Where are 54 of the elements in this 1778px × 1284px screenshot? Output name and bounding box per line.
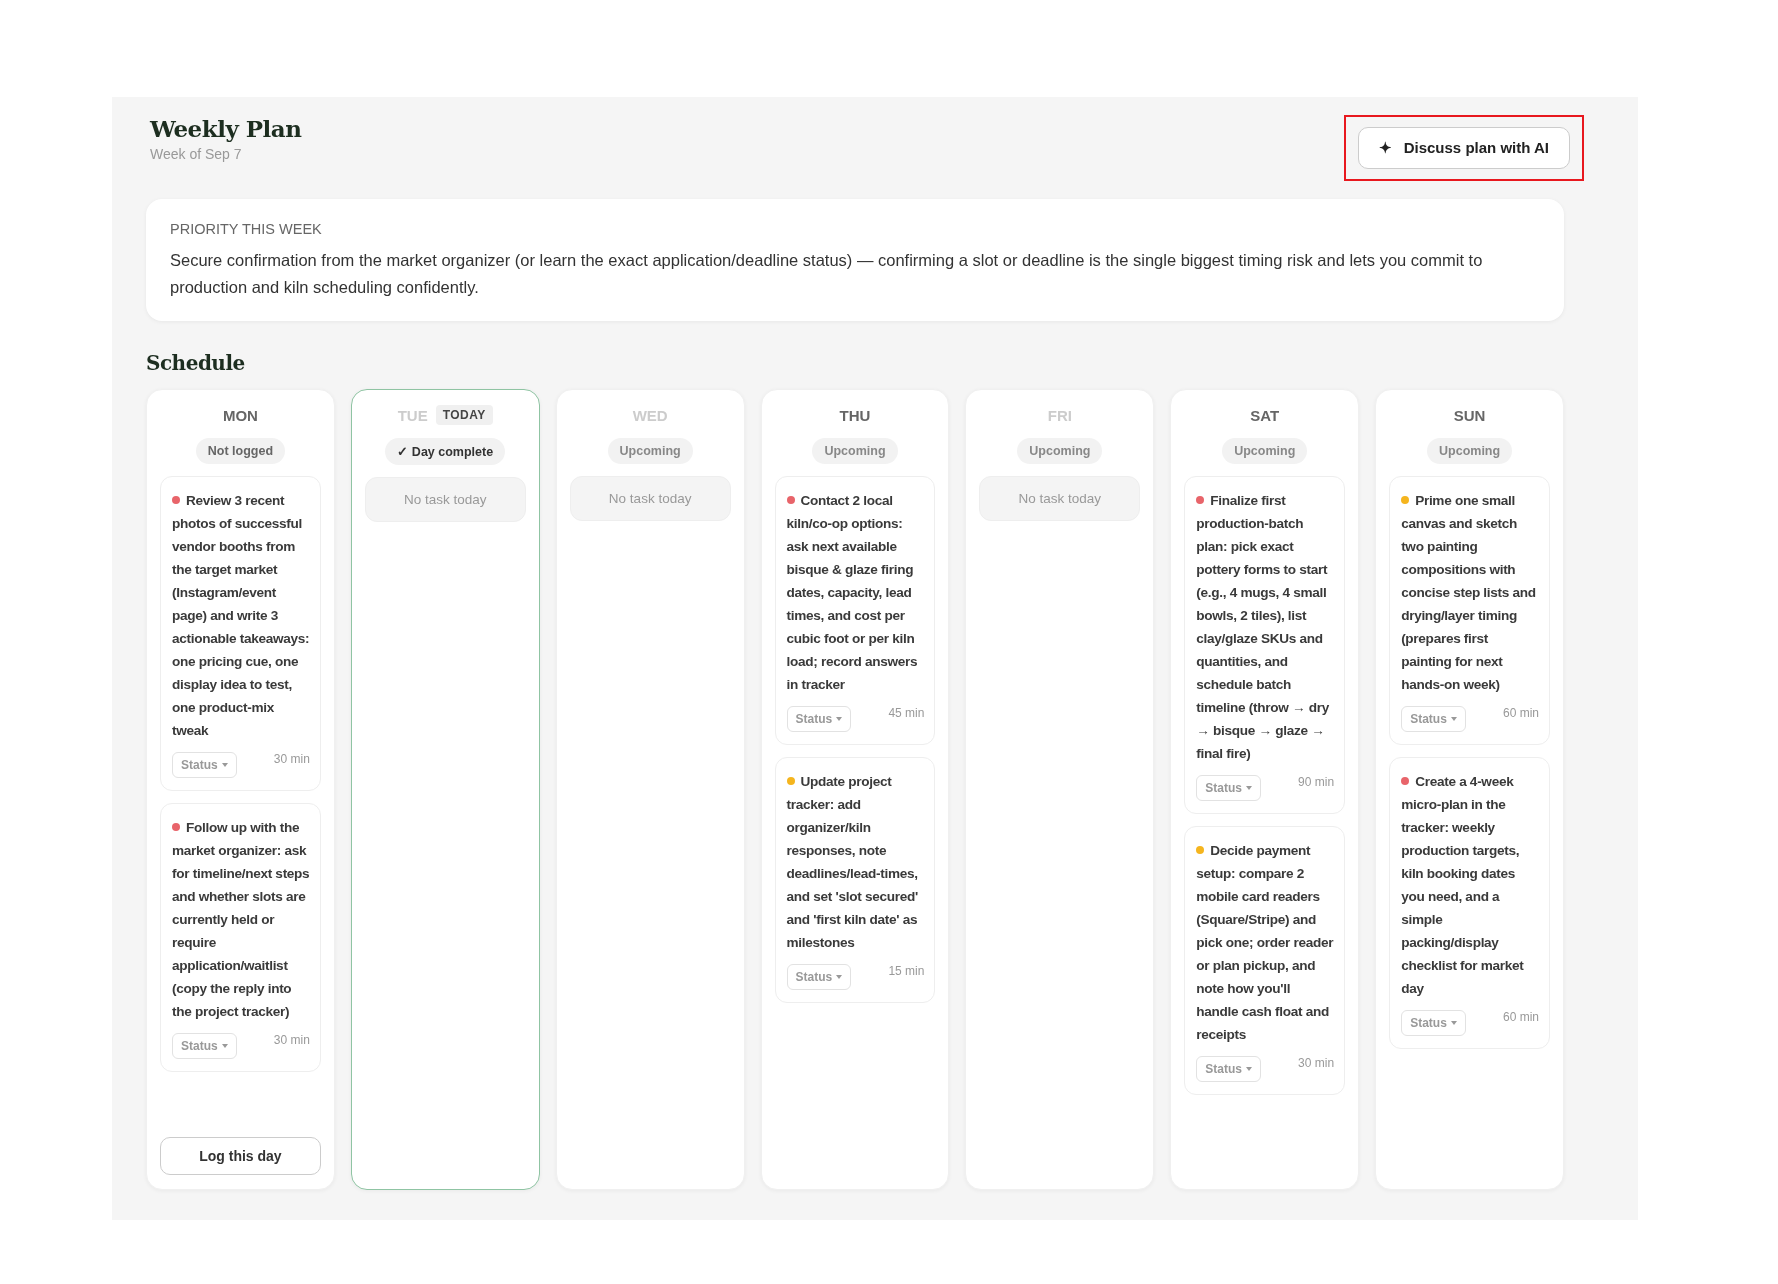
day-status-badge: Upcoming bbox=[1222, 438, 1308, 464]
caret-icon bbox=[221, 763, 228, 767]
caret-icon bbox=[221, 1044, 228, 1048]
caret-icon bbox=[1450, 717, 1457, 721]
day-label: THU bbox=[839, 406, 871, 424]
task-title: Follow up with the market organizer: ask for timeline/next steps and whether slots are currently held or require application/waitlist (copy the reply into the project tracker) bbox=[172, 819, 310, 1021]
task-duration: 30 min bbox=[273, 1033, 310, 1047]
task-title: Contact 2 local kiln/co-op options: ask next available bisque & glaze firing dates, capacity, lead times, and cost per cubic foot or per kiln load; record answers in tracker bbox=[786, 492, 919, 694]
task-duration: 45 min bbox=[888, 706, 925, 720]
empty-day-note: No task today bbox=[979, 476, 1141, 521]
task-title: Finalize first production-batch plan: pick exact pottery forms to start (e.g., 4 mugs, 4 small bowls, 2 tiles), list clay/glaze SKUs and quantities, and schedule batch timeline (throw → dry → bisque → glaze → final fire) bbox=[1196, 492, 1330, 763]
day-status-badge: Upcoming bbox=[1017, 438, 1103, 464]
section-title: Schedule bbox=[146, 351, 246, 375]
empty-day-note: No task today bbox=[569, 476, 731, 521]
discuss-ai-button[interactable]: ✦ Discuss plan with AI bbox=[1357, 127, 1570, 169]
day-status-badge: Not logged bbox=[195, 438, 286, 464]
task-title: Prime one small canvas and sketch two painting compositions with concise step lists and drying/layer timing (prepares first painting for next hands-on week) bbox=[1401, 492, 1537, 694]
day-status-badge: Upcoming bbox=[607, 438, 693, 464]
today-badge: TODAY bbox=[435, 405, 493, 425]
status-dropdown[interactable]: Status bbox=[1196, 775, 1261, 801]
task-duration: 30 min bbox=[273, 752, 310, 766]
task-title: Create a 4-week micro-plan in the tracker: weekly production targets, kiln booking dates you need, and a simple packing/display checklist for market day bbox=[1401, 773, 1525, 998]
day-label: SUN bbox=[1453, 406, 1486, 424]
caret-icon bbox=[1450, 1021, 1457, 1025]
priority-text: Secure confirmation from the market organizer (or learn the exact application/deadline status) — confirming a slot or deadline is the single biggest timing risk and lets you commit to production and kiln scheduling confidently. bbox=[170, 250, 1484, 298]
task-duration: 90 min bbox=[1298, 775, 1335, 789]
task-duration: 30 min bbox=[1298, 1056, 1335, 1070]
empty-day-note: No task today bbox=[364, 477, 526, 522]
task-title: Review 3 recent photos of successful vendor booths from the target market (Instagram/event page) and write 3 actionable takeaways: one pricing cue, one display idea to test, one product-mix tweak bbox=[172, 492, 310, 740]
status-dropdown[interactable]: Status bbox=[1401, 1010, 1466, 1036]
status-dropdown[interactable]: Status bbox=[172, 1033, 237, 1059]
task-title: Decide payment setup: compare 2 mobile card readers (Square/Stripe) and pick one; order reader or plan pickup, and note how you'll handle cash float and receipts bbox=[1196, 842, 1335, 1044]
caret-icon bbox=[836, 717, 843, 721]
week-label: Week of Sep 7 bbox=[150, 146, 243, 162]
status-dropdown[interactable]: Status bbox=[1196, 1056, 1261, 1082]
page-title: Weekly Plan bbox=[150, 115, 302, 142]
day-status-badge: Upcoming bbox=[1427, 438, 1513, 464]
priority-heading: PRIORITY THIS WEEK bbox=[170, 221, 323, 237]
caret-icon bbox=[1245, 1067, 1252, 1071]
day-status-badge: Upcoming bbox=[812, 438, 898, 464]
status-dropdown[interactable]: Status bbox=[172, 752, 237, 778]
day-status-badge: ✓ Day complete bbox=[385, 438, 506, 465]
caret-icon bbox=[1245, 786, 1252, 790]
task-duration: 60 min bbox=[1502, 706, 1539, 720]
task-duration: 15 min bbox=[888, 964, 925, 978]
status-dropdown[interactable]: Status bbox=[786, 964, 852, 990]
status-dropdown[interactable]: Status bbox=[1401, 706, 1466, 732]
task-title: Update project tracker: add organizer/kiln responses, note deadlines/lead-times, and set 'slot secured' and 'first kiln date' as milestones bbox=[786, 773, 919, 952]
caret-icon bbox=[836, 975, 843, 979]
task-duration: 60 min bbox=[1502, 1010, 1539, 1024]
log-day-button[interactable]: Log this day bbox=[160, 1137, 321, 1175]
day-label: SAT bbox=[1250, 406, 1280, 424]
status-dropdown[interactable]: Status bbox=[786, 706, 852, 732]
day-label: MON bbox=[222, 406, 258, 424]
